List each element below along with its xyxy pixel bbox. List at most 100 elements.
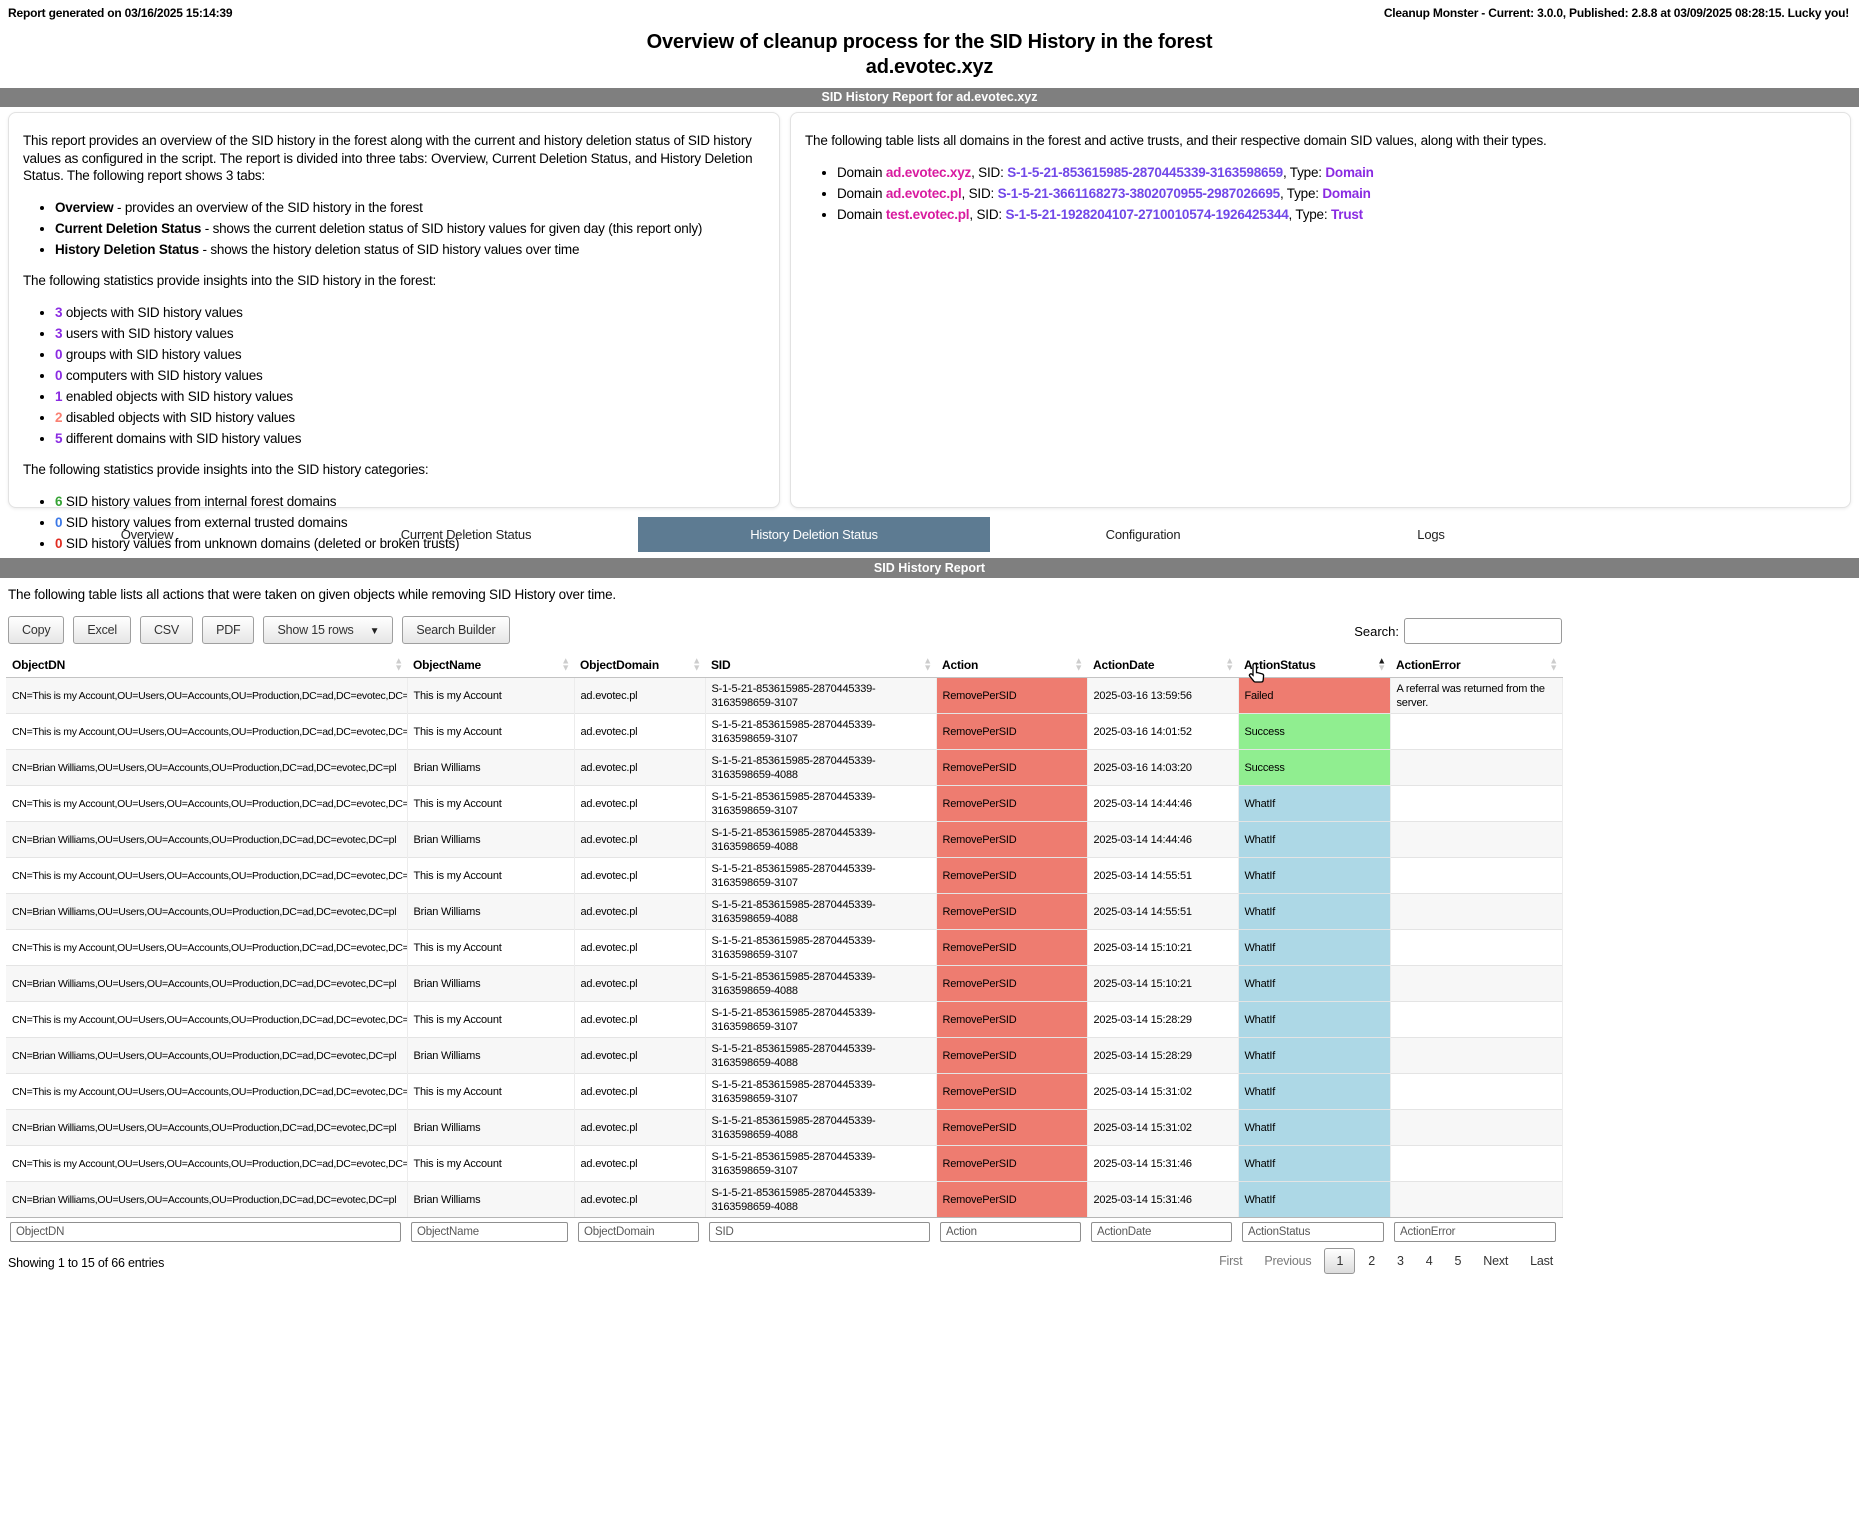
- cell-actionstatus: WhatIf: [1238, 786, 1390, 822]
- filter-input-actionstatus[interactable]: [1242, 1222, 1384, 1242]
- tab-history-deletion-status[interactable]: History Deletion Status: [638, 517, 990, 552]
- cell-objectname: Brian Williams: [407, 750, 574, 786]
- cell-actionerror: [1390, 1110, 1562, 1146]
- cell-sid: S-1-5-21-853615985-2870445339-3163598659…: [705, 1074, 936, 1110]
- column-header-objectname[interactable]: ObjectName▲▼: [407, 652, 574, 678]
- column-header-sid[interactable]: SID▲▼: [705, 652, 936, 678]
- search-input[interactable]: [1404, 618, 1562, 644]
- cell-action: RemovePerSID: [936, 1182, 1087, 1218]
- bullet-bold-label: Overview: [55, 200, 113, 215]
- cell-objectdn: CN=Brian Williams,OU=Users,OU=Accounts,O…: [6, 894, 407, 930]
- cell-objectname: This is my Account: [407, 1074, 574, 1110]
- section-bar-sid-history-report-for-forest: SID History Report for ad.evotec.xyz: [0, 88, 1859, 107]
- tab-current-deletion-status[interactable]: Current Deletion Status: [294, 517, 638, 552]
- pagination-button-3[interactable]: 3: [1388, 1249, 1413, 1273]
- pagination-button-4[interactable]: 4: [1417, 1249, 1442, 1273]
- pagination-button-1[interactable]: 1: [1324, 1248, 1355, 1274]
- domain-sid: S-1-5-21-3661168273-3802070955-298702669…: [998, 186, 1280, 201]
- column-header-objectdomain[interactable]: ObjectDomain▲▼: [574, 652, 705, 678]
- domain-type: Trust: [1331, 207, 1363, 222]
- tab-configuration[interactable]: Configuration: [990, 517, 1296, 552]
- sort-arrows-icon: ▲▼: [394, 657, 403, 672]
- pagination-button-last[interactable]: Last: [1521, 1249, 1562, 1273]
- filter-input-objectdomain[interactable]: [578, 1222, 699, 1242]
- sort-arrows-icon: ▲▼: [1549, 657, 1558, 672]
- cell-actionerror: [1390, 822, 1562, 858]
- report-tab-bullet: Overview - provides an overview of the S…: [55, 199, 765, 217]
- page-subtitle-forest-name: ad.evotec.xyz: [0, 56, 1859, 79]
- cell-sid: S-1-5-21-853615985-2870445339-3163598659…: [705, 822, 936, 858]
- mouse-hand-cursor: [1246, 661, 1267, 691]
- cell-action: RemovePerSID: [936, 750, 1087, 786]
- table-description: The following table lists all actions th…: [8, 587, 616, 602]
- filter-input-objectname[interactable]: [411, 1222, 568, 1242]
- cell-objectdn: CN=This is my Account,OU=Users,OU=Accoun…: [6, 858, 407, 894]
- cell-objectdomain: ad.evotec.pl: [574, 894, 705, 930]
- pagination-button-first[interactable]: First: [1210, 1249, 1251, 1273]
- domains-intro: The following table lists all domains in…: [805, 132, 1836, 150]
- filter-input-actionerror[interactable]: [1394, 1222, 1556, 1242]
- cell-objectdn: CN=Brian Williams,OU=Users,OU=Accounts,O…: [6, 1038, 407, 1074]
- domain-type: Domain: [1325, 165, 1373, 180]
- cell-objectname: This is my Account: [407, 1002, 574, 1038]
- tab-overview[interactable]: Overview: [0, 517, 294, 552]
- excel-button[interactable]: Excel: [73, 616, 131, 644]
- cell-objectname: This is my Account: [407, 858, 574, 894]
- filter-input-actiondate[interactable]: [1091, 1222, 1232, 1242]
- column-header-actiondate[interactable]: ActionDate▲▼: [1087, 652, 1238, 678]
- cell-actiondate: 2025-03-14 15:28:29: [1087, 1002, 1238, 1038]
- cell-objectname: This is my Account: [407, 1146, 574, 1182]
- domain-name: ad.evotec.pl: [886, 186, 962, 201]
- cell-actionstatus: Success: [1238, 714, 1390, 750]
- domain-sid: S-1-5-21-853615985-2870445339-3163598659: [1007, 165, 1283, 180]
- table-header-row: ObjectDN▲▼ObjectName▲▼ObjectDomain▲▼SID▲…: [6, 652, 1562, 678]
- cell-actionerror: [1390, 1002, 1562, 1038]
- stat-value: 3: [55, 305, 62, 320]
- pagination-button-previous[interactable]: Previous: [1255, 1249, 1320, 1273]
- pdf-button[interactable]: PDF: [202, 616, 254, 644]
- tab-logs[interactable]: Logs: [1296, 517, 1566, 552]
- sid-history-table: ObjectDN▲▼ObjectName▲▼ObjectDomain▲▼SID▲…: [6, 652, 1563, 1218]
- cell-action: RemovePerSID: [936, 1038, 1087, 1074]
- forest-stats-list: 3 objects with SID history values3 users…: [23, 304, 765, 448]
- filter-input-objectdn[interactable]: [10, 1222, 401, 1242]
- cell-actionerror: [1390, 930, 1562, 966]
- stat-item: 5 different domains with SID history val…: [55, 430, 765, 448]
- cell-objectdn: CN=This is my Account,OU=Users,OU=Accoun…: [6, 1074, 407, 1110]
- cell-objectname: Brian Williams: [407, 894, 574, 930]
- pagination-button-next[interactable]: Next: [1474, 1249, 1517, 1273]
- cell-actionstatus: WhatIf: [1238, 1146, 1390, 1182]
- cell-objectdn: CN=This is my Account,OU=Users,OU=Accoun…: [6, 786, 407, 822]
- column-header-actionerror[interactable]: ActionError▲▼: [1390, 652, 1562, 678]
- dropdown-arrow-icon: ▼: [370, 619, 380, 645]
- cell-actiondate: 2025-03-14 14:44:46: [1087, 822, 1238, 858]
- search-label: Search:: [1354, 624, 1399, 639]
- filter-input-action[interactable]: [940, 1222, 1081, 1242]
- stat-value: 3: [55, 326, 62, 341]
- cell-action: RemovePerSID: [936, 966, 1087, 1002]
- filter-input-sid[interactable]: [709, 1222, 930, 1242]
- stat-item: 3 users with SID history values: [55, 325, 765, 343]
- cell-actiondate: 2025-03-16 14:03:20: [1087, 750, 1238, 786]
- copy-button[interactable]: Copy: [8, 616, 64, 644]
- table-row: CN=This is my Account,OU=Users,OU=Accoun…: [6, 1002, 1562, 1038]
- column-header-objectdn[interactable]: ObjectDN▲▼: [6, 652, 407, 678]
- pagination: FirstPrevious12345NextLast: [1210, 1248, 1562, 1274]
- sort-arrows-icon: ▲▼: [561, 657, 570, 672]
- column-header-action[interactable]: Action▲▼: [936, 652, 1087, 678]
- pagination-button-2[interactable]: 2: [1359, 1249, 1384, 1273]
- cell-objectname: Brian Williams: [407, 1110, 574, 1146]
- cell-objectdomain: ad.evotec.pl: [574, 786, 705, 822]
- cell-objectdomain: ad.evotec.pl: [574, 822, 705, 858]
- show-rows-dropdown[interactable]: Show 15 rows▼: [263, 616, 393, 644]
- cell-actiondate: 2025-03-14 14:55:51: [1087, 894, 1238, 930]
- pagination-button-5[interactable]: 5: [1446, 1249, 1471, 1273]
- cell-objectdomain: ad.evotec.pl: [574, 1110, 705, 1146]
- csv-button[interactable]: CSV: [140, 616, 193, 644]
- search-builder-button[interactable]: Search Builder: [402, 616, 509, 644]
- cell-sid: S-1-5-21-853615985-2870445339-3163598659…: [705, 678, 936, 714]
- cell-objectname: Brian Williams: [407, 1182, 574, 1218]
- cell-actiondate: 2025-03-14 14:55:51: [1087, 858, 1238, 894]
- cell-objectname: This is my Account: [407, 678, 574, 714]
- table-info-text: Showing 1 to 15 of 66 entries: [8, 1256, 164, 1270]
